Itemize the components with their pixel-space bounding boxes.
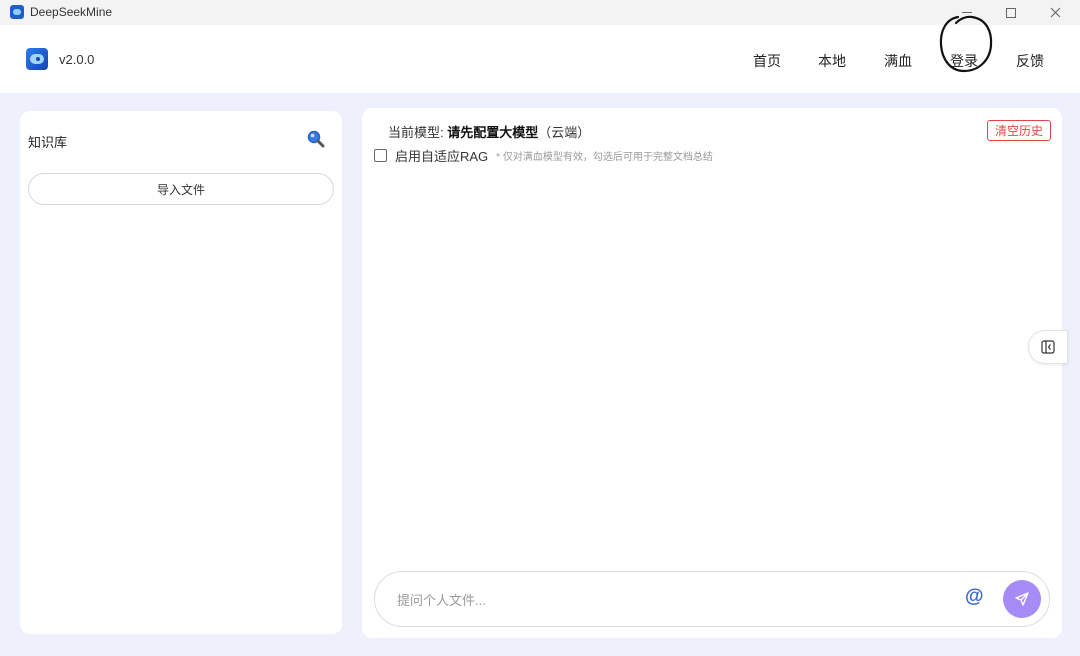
window-title: DeepSeekMine (30, 5, 113, 19)
nav-login[interactable]: 登录 (950, 51, 978, 71)
nav-local[interactable]: 本地 (818, 51, 846, 71)
chat-input-box: @ (374, 571, 1050, 627)
app-header: v2.0.0 首页 本地 满血 登录 反馈 (0, 25, 1080, 93)
nav-feedback[interactable]: 反馈 (1016, 51, 1044, 71)
model-prefix: 当前模型: (388, 125, 448, 140)
chat-panel: 当前模型: 请先配置大模型（云端） 清空历史 启用自适应RAG * 仅对满血模型… (362, 108, 1062, 638)
panel-collapse-icon (1041, 340, 1055, 354)
close-button[interactable] (1032, 0, 1078, 25)
sidebar-toggle-button[interactable] (1028, 330, 1068, 364)
current-model-line: 当前模型: 请先配置大模型（云端） (388, 122, 590, 141)
app-icon (10, 5, 24, 19)
model-suffix: （云端） (538, 125, 591, 140)
minimize-icon (962, 12, 972, 13)
nav-full[interactable]: 满血 (884, 51, 912, 71)
maximize-button[interactable] (988, 0, 1034, 25)
rag-checkbox[interactable] (374, 148, 387, 162)
close-icon (1050, 7, 1060, 18)
send-button[interactable] (1003, 580, 1041, 618)
import-file-button[interactable]: 导入文件 (28, 173, 334, 205)
knowledge-base-panel: 知识库 导入文件 (20, 111, 342, 634)
knowledge-base-title: 知识库 (28, 135, 68, 150)
question-input[interactable] (397, 589, 937, 611)
send-icon (1015, 592, 1029, 606)
window-titlebar: DeepSeekMine (0, 0, 1080, 25)
rag-hint: * 仅对满血模型有效，勾选后可用于完整文档总结 (496, 151, 713, 163)
nav-home[interactable]: 首页 (753, 51, 781, 71)
at-mention-icon[interactable]: @ (965, 586, 984, 608)
app-version: v2.0.0 (59, 52, 95, 67)
model-name[interactable]: 请先配置大模型 (447, 125, 538, 140)
search-icon[interactable] (306, 129, 326, 149)
maximize-icon (1006, 7, 1016, 18)
minimize-button[interactable] (944, 0, 990, 25)
app-logo (26, 48, 48, 70)
clear-history-button[interactable]: 清空历史 (987, 120, 1051, 141)
rag-label[interactable]: 启用自适应RAG (395, 146, 488, 165)
rag-option-row: 启用自适应RAG * 仅对满血模型有效，勾选后可用于完整文档总结 (374, 146, 713, 164)
